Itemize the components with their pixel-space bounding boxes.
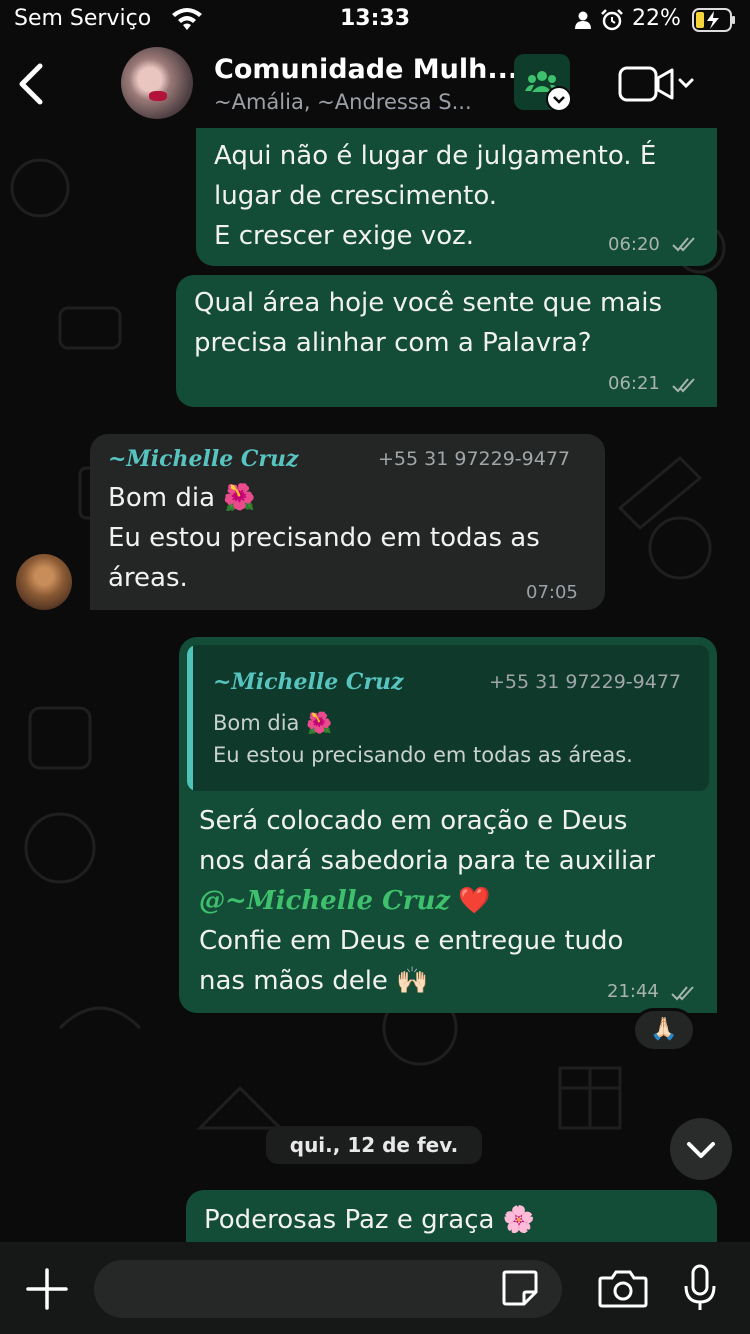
- quoted-line: Eu estou precisando em todas as áreas.: [213, 743, 633, 767]
- message-text: Será colocado em oração e Deus nos dará …: [199, 801, 709, 1001]
- message-time: 07:05: [526, 582, 578, 603]
- plus-icon[interactable]: [26, 1268, 68, 1310]
- group-title[interactable]: Comunidade Mulh...: [214, 54, 518, 85]
- battery-percent: 22%: [632, 6, 681, 31]
- mic-icon[interactable]: [682, 1264, 718, 1312]
- message-reaction[interactable]: 🙏🏻: [632, 1008, 696, 1052]
- read-ticks-icon: [672, 237, 695, 252]
- message-line: áreas.: [108, 563, 188, 593]
- message-line: nos dará sabedoria para te auxiliar: [199, 846, 655, 876]
- quoted-message[interactable]: ~Michelle Cruz +55 31 97229-9477 Bom dia…: [187, 645, 709, 791]
- outgoing-message[interactable]: Poderosas Paz e graça 🌸: [186, 1190, 717, 1242]
- message-line: Será colocado em oração e Deus: [199, 806, 628, 836]
- group-members[interactable]: ~Amália, ~Andressa S...: [214, 90, 472, 114]
- person-icon: [575, 11, 591, 29]
- message-text: Aqui não é lugar de julgamento. É lugar …: [214, 136, 656, 256]
- input-bar: [0, 1242, 750, 1334]
- incoming-message[interactable]: ~Michelle Cruz +55 31 97229-9477 Bom dia…: [90, 434, 605, 610]
- group-avatar[interactable]: [121, 47, 193, 119]
- message-line: Eu estou precisando em todas as: [108, 523, 540, 553]
- quote-bar: [187, 645, 193, 791]
- message-text: Qual área hoje você sente que mais preci…: [194, 283, 662, 363]
- quoted-line: Bom dia 🌺: [213, 711, 333, 735]
- message-line: @~Michelle Cruz ❤️: [199, 881, 709, 921]
- message-text: Bom dia 🌺 Eu estou precisando em todas a…: [108, 478, 540, 598]
- message-line: Poderosas Paz e graça 🌸: [204, 1205, 536, 1235]
- chevron-down-icon: [687, 1142, 715, 1158]
- message-line: precisa alinhar com a Palavra?: [194, 328, 592, 358]
- message-time: 21:44: [607, 981, 659, 1002]
- message-line: E crescer exige voz.: [214, 221, 475, 251]
- message-line: Confie em Deus e entregue tudo: [199, 926, 624, 956]
- clock: 13:33: [340, 6, 411, 31]
- video-icon: [618, 66, 674, 102]
- outgoing-message[interactable]: Aqui não é lugar de julgamento. É lugar …: [196, 128, 717, 266]
- read-ticks-icon: [671, 986, 694, 1001]
- scroll-down-button[interactable]: [670, 1118, 732, 1180]
- quoted-sender-phone: +55 31 97229-9477: [489, 671, 682, 693]
- camera-icon[interactable]: [598, 1268, 648, 1308]
- message-line: Qual área hoje você sente que mais: [194, 288, 663, 318]
- message-line: Bom dia 🌺: [108, 483, 256, 513]
- message-input[interactable]: [94, 1260, 562, 1318]
- member-avatar[interactable]: [16, 554, 72, 610]
- sticker-icon[interactable]: [500, 1268, 540, 1308]
- video-call-button[interactable]: [618, 64, 698, 106]
- battery-icon: [692, 8, 735, 32]
- community-badge: [546, 86, 572, 112]
- chat-area[interactable]: Aqui não é lugar de julgamento. É lugar …: [0, 128, 750, 1242]
- message-line: Aqui não é lugar de julgamento. É: [214, 141, 657, 171]
- quoted-sender-name: ~Michelle Cruz: [213, 669, 404, 695]
- sender-name[interactable]: ~Michelle Cruz: [108, 446, 299, 472]
- back-icon[interactable]: [14, 62, 46, 106]
- mention[interactable]: @~Michelle Cruz: [199, 886, 450, 916]
- read-ticks-icon: [672, 378, 695, 393]
- community-button[interactable]: [514, 54, 572, 112]
- date-separator: qui., 12 de fev.: [266, 1126, 482, 1164]
- status-bar: Sem Serviço 13:33 22%: [0, 0, 750, 40]
- outgoing-reply-message[interactable]: ~Michelle Cruz +55 31 97229-9477 Bom dia…: [179, 637, 717, 1013]
- carrier-label: Sem Serviço: [14, 6, 152, 31]
- alarm-icon: [601, 9, 623, 31]
- message-line: lugar de crescimento.: [214, 181, 498, 211]
- wifi-icon: [172, 8, 202, 30]
- chat-header: Comunidade Mulh... ~Amália, ~Andressa S.…: [0, 40, 750, 128]
- chevron-down-icon: [553, 96, 565, 104]
- message-time: 06:20: [608, 234, 660, 255]
- message-text: Poderosas Paz e graça 🌸: [204, 1200, 535, 1240]
- heart-emoji: ❤️: [458, 886, 491, 916]
- sender-phone: +55 31 97229-9477: [378, 448, 571, 470]
- message-time: 06:21: [608, 373, 660, 394]
- outgoing-message[interactable]: Qual área hoje você sente que mais preci…: [176, 275, 717, 407]
